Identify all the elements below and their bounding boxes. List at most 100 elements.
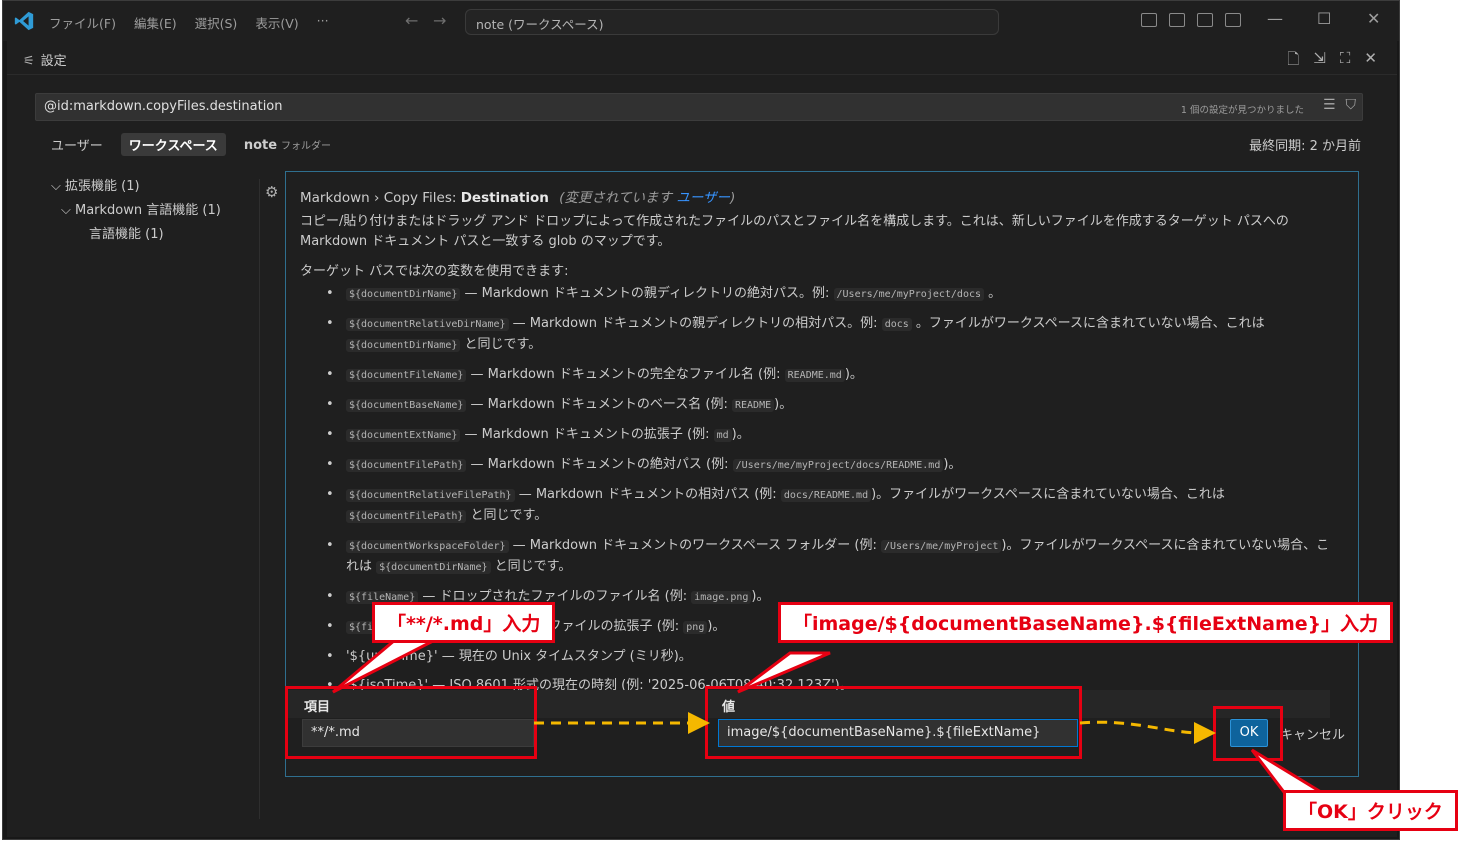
variable-text: — Markdown ドキュメントの拡張子 (例: — [460, 427, 714, 442]
clear-filter-icon[interactable]: ☰ — [1323, 97, 1336, 113]
settings-tab-label: 設定 — [40, 54, 67, 69]
toggle-primary-sidebar-icon[interactable] — [1169, 13, 1185, 27]
variable-text: — Markdown ドキュメントの完全なファイル名 (例: — [466, 367, 785, 382]
variable-code: docs — [881, 318, 912, 331]
back-arrow-icon[interactable]: ← — [405, 11, 418, 30]
toc-item-language[interactable]: 言語機能 (1) — [47, 223, 221, 247]
found-count: 1 個の設定が見つかりました — [1180, 105, 1304, 116]
menu-file[interactable]: ファイル(F) — [49, 13, 116, 32]
toc-divider — [259, 179, 260, 819]
toggle-secondary-sidebar-icon[interactable] — [1225, 13, 1241, 27]
minimize-button[interactable]: — — [1267, 9, 1283, 28]
forward-arrow-icon[interactable]: → — [433, 11, 446, 30]
variable-text: )。 — [751, 589, 770, 604]
modified-indicator: (変更されています ユーザー) — [559, 190, 735, 206]
menu-selection[interactable]: 選択(S) — [195, 13, 238, 32]
variable-text: と同じです。 — [466, 508, 548, 523]
variable-text: — Markdown ドキュメントのワークスペース フォルダー (例: — [508, 538, 881, 553]
setting-description: コピー/貼り付けまたはドラッグ アンド ドロップによって作成されたファイルのパス… — [300, 214, 1289, 249]
folder-name: note — [243, 137, 278, 153]
setting-title: Markdown › Copy Files: Destination (変更され… — [300, 186, 735, 206]
variable-code: /Users/me/myProject/docs — [833, 288, 985, 301]
variable-text: と同じです。 — [490, 559, 572, 574]
chevron-down-icon: ⌵ — [61, 203, 75, 218]
variable-code: /Users/me/myProject — [880, 540, 1002, 553]
title-bar: ファイル(F) 編集(E) 選択(S) 表示(V) ··· ← → note (… — [3, 1, 1399, 41]
variable-text: )。 — [707, 619, 726, 634]
command-center-search[interactable]: note (ワークスペース) — [465, 9, 999, 35]
variable-list-item: ${documentRelativeFilePath} — Markdown ド… — [326, 485, 1336, 527]
folder-sub: フォルダー — [281, 140, 332, 152]
variable-code: ${documentFilePath} — [346, 459, 467, 472]
vscode-logo-icon — [14, 11, 34, 31]
menu-edit[interactable]: 編集(E) — [134, 13, 177, 32]
variable-text: )。ファイルがワークスペースに含まれていない場合、これは — [871, 487, 1225, 502]
variable-code: ${documentFilePath} — [346, 510, 467, 523]
last-sync: 最終同期: 2 か月前 — [1249, 139, 1361, 154]
variable-code: ${documentWorkspaceFolder} — [346, 540, 509, 553]
variable-list-item: ${documentDirName} — Markdown ドキュメントの親ディ… — [326, 284, 1336, 305]
variable-text: )。 — [731, 427, 750, 442]
tab-user[interactable]: ユーザー — [43, 133, 111, 156]
menu-view[interactable]: 表示(V) — [255, 13, 298, 32]
close-tab-icon[interactable]: ✕ — [1364, 49, 1377, 74]
ok-highlight-box — [1213, 706, 1283, 761]
variable-text: — Markdown ドキュメントの絶対パス (例: — [466, 457, 733, 472]
modified-user-link[interactable]: ユーザー — [676, 190, 730, 206]
variable-text: )。 — [844, 367, 863, 382]
cancel-button[interactable]: キャンセル — [1280, 724, 1345, 743]
setting-name: Destination — [460, 190, 549, 206]
variable-code: ${documentFileName} — [346, 369, 467, 382]
scope-tabs: ユーザー ワークスペース note フォルダー — [43, 133, 339, 156]
tab-workspace[interactable]: ワークスペース — [120, 133, 226, 156]
split-editor-icon[interactable]: ⇲ — [1313, 49, 1326, 74]
toc-item-extensions[interactable]: ⌵ 拡張機能 (1) — [47, 175, 221, 199]
setting-category: Markdown › Copy Files: — [300, 190, 461, 206]
settings-tab-icon: ⚟ — [23, 54, 35, 69]
variable-code: /Users/me/myProject/docs/README.md — [732, 459, 944, 472]
search-tools: ☰ ⛉ — [1323, 97, 1356, 113]
variable-text: '${unixTime}' — 現在の Unix タイムスタンプ (ミリ秒)。 — [346, 649, 692, 664]
modified-prefix: (変更されています — [559, 190, 677, 206]
variable-text: — Markdown ドキュメントのベース名 (例: — [466, 397, 732, 412]
settings-toc: ⌵ 拡張機能 (1) ⌵ Markdown 言語機能 (1) 言語機能 (1) — [47, 175, 221, 247]
customize-layout-icon[interactable] — [1141, 13, 1157, 27]
filter-icon[interactable]: ⛉ — [1346, 97, 1357, 113]
toggle-panel-icon[interactable] — [1197, 13, 1213, 27]
menu-more[interactable]: ··· — [317, 13, 329, 32]
variable-code: ${documentRelativeDirName} — [346, 318, 509, 331]
maximize-button[interactable]: ☐ — [1317, 9, 1331, 28]
variable-list-item: ${documentWorkspaceFolder} — Markdown ドキ… — [326, 536, 1336, 578]
value-callout: 「image/${documentBaseName}.${fileExtName… — [778, 602, 1394, 643]
variable-list-item: ${documentBaseName} — Markdown ドキュメントのベー… — [326, 395, 1336, 416]
open-settings-json-icon[interactable]: 🗋 — [1287, 49, 1299, 74]
variable-list-item: ${documentFilePath} — Markdown ドキュメントの絶対… — [326, 455, 1336, 476]
ok-callout: 「OK」クリック — [1283, 790, 1458, 831]
settings-editor: ⚟ 設定 🗋 ⇲ ⛶ ✕ @id:markdown.copyFiles.desti… — [7, 41, 1397, 837]
variable-code: md — [713, 429, 732, 442]
variable-text: — Markdown ドキュメントの親ディレクトリの絶対パス。例: — [460, 286, 834, 301]
variable-code: docs/README.md — [780, 489, 872, 502]
key-callout: 「**/*.md」入力 — [372, 602, 556, 643]
chevron-down-icon: ⌵ — [51, 179, 65, 194]
variable-text: )。 — [943, 457, 962, 472]
toc-label: 拡張機能 (1) — [65, 179, 140, 194]
settings-search-input[interactable]: @id:markdown.copyFiles.destination 1 個の設… — [35, 93, 1363, 121]
variable-code: ${documentDirName} — [346, 339, 461, 352]
variable-text: — Markdown ドキュメントの相対パス (例: — [514, 487, 781, 502]
key-highlight-box — [285, 686, 537, 759]
maximize-editor-icon[interactable]: ⛶ — [1340, 49, 1351, 74]
variable-code: ${documentDirName} — [346, 288, 461, 301]
toc-item-markdown[interactable]: ⌵ Markdown 言語機能 (1) — [47, 199, 221, 223]
variable-code: ${documentExtName} — [346, 429, 461, 442]
tab-folder[interactable]: note フォルダー — [236, 135, 339, 155]
variable-list-item: ${documentFileName} — Markdown ドキュメントの完全… — [326, 365, 1336, 386]
toc-label: Markdown 言語機能 (1) — [75, 203, 221, 218]
menu-bar: ファイル(F) 編集(E) 選択(S) 表示(V) ··· — [49, 13, 329, 32]
gear-icon[interactable]: ⚙ — [265, 183, 278, 201]
close-window-button[interactable]: ✕ — [1367, 9, 1380, 28]
variable-code: README — [732, 399, 775, 412]
tab-actions: 🗋 ⇲ ⛶ ✕ — [1287, 49, 1377, 74]
value-highlight-box — [705, 686, 1082, 759]
settings-tab[interactable]: ⚟ 設定 — [23, 50, 67, 69]
